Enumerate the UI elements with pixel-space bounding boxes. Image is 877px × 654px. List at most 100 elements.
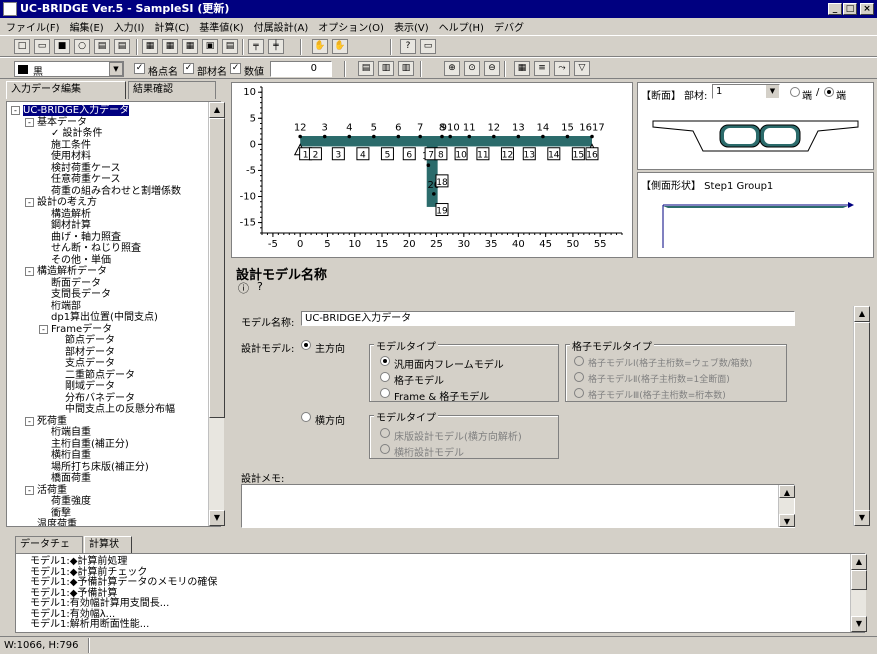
tree-scrollbar[interactable]: ▲ ▼ bbox=[208, 102, 225, 526]
scroll-thumb[interactable] bbox=[854, 322, 870, 512]
tree-item[interactable]: 主桁自重(補正分) bbox=[51, 439, 129, 450]
main-dir-radio[interactable] bbox=[301, 340, 311, 350]
chevron-down-icon[interactable]: ▼ bbox=[109, 62, 123, 76]
scroll-thumb[interactable] bbox=[851, 570, 867, 590]
tree-item[interactable]: 任意荷重ケース bbox=[51, 174, 121, 185]
menu-item-4[interactable]: 基準値(K) bbox=[199, 19, 243, 34]
text-icon[interactable]: ≡ bbox=[534, 61, 550, 76]
menu-item-8[interactable]: ヘルプ(H) bbox=[439, 19, 484, 34]
tree-expander[interactable]: - bbox=[25, 117, 34, 127]
end-b-radio[interactable] bbox=[824, 87, 834, 97]
tree-item[interactable]: ✓ 設計条件 bbox=[51, 128, 103, 139]
tree-item[interactable]: 荷重強度 bbox=[51, 496, 91, 507]
scroll-up-icon[interactable]: ▲ bbox=[209, 102, 225, 118]
tree-item[interactable]: 横桁自重 bbox=[51, 450, 91, 461]
table-alt-icon[interactable]: ▦ bbox=[182, 39, 198, 54]
tree-item[interactable]: 構造解析 bbox=[51, 209, 91, 220]
tab-data-check[interactable]: データチェック bbox=[15, 536, 83, 566]
tree-item[interactable]: 支間長データ bbox=[51, 289, 111, 300]
table-icon[interactable]: ▦ bbox=[162, 39, 178, 54]
beam-icon[interactable]: ╤ bbox=[248, 39, 264, 54]
tree-item[interactable]: UC-BRIDGE入力データ bbox=[23, 105, 130, 116]
tree-item[interactable]: 場所打ち床版(補正分) bbox=[51, 462, 149, 473]
tree-item[interactable]: 使用材料 bbox=[51, 151, 91, 162]
ct2-radio[interactable] bbox=[380, 444, 390, 454]
menu-item-7[interactable]: 表示(V) bbox=[394, 19, 429, 34]
tree-item[interactable]: 荷重の組み合わせと割増係数 bbox=[51, 186, 181, 197]
chevron-down-icon[interactable]: ▼ bbox=[766, 85, 779, 98]
layout-right-icon[interactable]: ▥ bbox=[398, 61, 414, 76]
member-name-checkbox[interactable]: ✓ bbox=[183, 63, 194, 74]
open-folder-icon[interactable]: ▭ bbox=[34, 39, 50, 54]
graph-icon[interactable]: ▣ bbox=[202, 39, 218, 54]
tree-item[interactable]: 活荷重 bbox=[37, 485, 67, 496]
tree-item[interactable]: 死荷重 bbox=[37, 416, 67, 427]
tree-item[interactable]: 支点データ bbox=[65, 358, 115, 369]
scroll-thumb[interactable] bbox=[209, 118, 225, 418]
mt3-radio[interactable] bbox=[380, 388, 390, 398]
mt2-radio[interactable] bbox=[380, 372, 390, 382]
info-icon[interactable]: ⓘ bbox=[238, 280, 249, 296]
scroll-up-icon[interactable]: ▲ bbox=[779, 485, 795, 498]
help-icon[interactable]: ? bbox=[257, 280, 263, 293]
about-icon[interactable]: ▭ bbox=[420, 39, 436, 54]
tree-item[interactable]: 構造解析データ bbox=[37, 266, 107, 277]
scroll-down-icon[interactable]: ▼ bbox=[854, 510, 870, 526]
print-icon[interactable]: ▤ bbox=[94, 39, 110, 54]
zoom-in-icon[interactable]: ⊕ bbox=[444, 61, 460, 76]
scroll-down-icon[interactable]: ▼ bbox=[851, 616, 867, 632]
memo-scrollbar[interactable]: ▲ ▼ bbox=[778, 485, 795, 527]
tab-result[interactable]: 結果確認 bbox=[128, 81, 216, 99]
menu-item-6[interactable]: オプション(O) bbox=[318, 19, 384, 34]
tree-expander[interactable]: - bbox=[25, 485, 34, 495]
tree-item[interactable]: 桁端自重 bbox=[51, 427, 91, 438]
tree-expander[interactable]: - bbox=[25, 198, 34, 207]
tree-item[interactable]: その他・単価 bbox=[51, 255, 111, 266]
tree-expander[interactable]: - bbox=[25, 267, 34, 276]
color-select[interactable]: 黒 ▼ bbox=[14, 61, 124, 78]
scroll-down-icon[interactable]: ▼ bbox=[209, 510, 225, 526]
tree-item[interactable]: 中間支点上の反懸分布幅 bbox=[65, 404, 175, 415]
list-icon[interactable]: ▤ bbox=[222, 39, 238, 54]
grid-icon[interactable]: ▦ bbox=[142, 39, 158, 54]
filter-icon[interactable]: ▽ bbox=[574, 61, 590, 76]
hand-alt-icon[interactable]: ✋ bbox=[332, 39, 348, 54]
maximize-button[interactable]: □ bbox=[843, 3, 857, 15]
menu-item-2[interactable]: 入力(I) bbox=[114, 19, 145, 34]
zoom-out-icon[interactable]: ⊖ bbox=[484, 61, 500, 76]
menu-item-5[interactable]: 付属設計(A) bbox=[254, 19, 309, 34]
tree-item[interactable]: 節点データ bbox=[65, 335, 115, 346]
tab-calc-status[interactable]: 計算状況 bbox=[84, 536, 132, 566]
step-icon[interactable]: ⤳ bbox=[554, 61, 570, 76]
tree-item[interactable]: せん断・ねじり照査 bbox=[51, 243, 141, 254]
scroll-up-icon[interactable]: ▲ bbox=[851, 554, 867, 570]
scroll-up-icon[interactable]: ▲ bbox=[854, 306, 870, 322]
tree-item[interactable]: 基本データ bbox=[37, 117, 87, 128]
new-file-icon[interactable]: □ bbox=[14, 39, 30, 54]
tree-item[interactable]: 剛域データ bbox=[65, 381, 115, 392]
form-scrollbar[interactable]: ▲ ▼ bbox=[853, 306, 870, 526]
grid-toggle-icon[interactable]: ▦ bbox=[514, 61, 530, 76]
menu-item-9[interactable]: デバグ bbox=[494, 19, 524, 34]
frame-icon[interactable]: ╪ bbox=[268, 39, 284, 54]
zoom-fit-icon[interactable]: ⊙ bbox=[464, 61, 480, 76]
menu-item-0[interactable]: ファイル(F) bbox=[6, 19, 60, 34]
cross-dir-radio[interactable] bbox=[301, 412, 311, 422]
tree-item[interactable]: 部材データ bbox=[65, 347, 115, 358]
tree-item[interactable]: 設計の考え方 bbox=[37, 197, 97, 208]
tree-item[interactable]: 橋面荷重 bbox=[51, 473, 91, 484]
tree-item[interactable]: 桁端部 bbox=[51, 301, 81, 312]
help-icon[interactable]: ? bbox=[400, 39, 416, 54]
tree-item[interactable]: Frameデータ bbox=[51, 324, 112, 335]
node-name-checkbox[interactable]: ✓ bbox=[134, 63, 145, 74]
tree-item[interactable]: 曲げ・軸力照査 bbox=[51, 232, 121, 243]
mt1-radio[interactable] bbox=[380, 356, 390, 366]
tree-item[interactable]: 断面データ bbox=[51, 278, 101, 289]
tab-input-data[interactable]: 入力データ編集 bbox=[6, 81, 126, 99]
print-preview-icon[interactable]: ▤ bbox=[114, 39, 130, 54]
gt1-radio[interactable] bbox=[574, 356, 584, 366]
menu-item-1[interactable]: 編集(E) bbox=[70, 19, 104, 34]
scroll-down-icon[interactable]: ▼ bbox=[779, 514, 795, 527]
hand-icon[interactable]: ✋ bbox=[312, 39, 328, 54]
close-button[interactable]: × bbox=[860, 3, 874, 15]
